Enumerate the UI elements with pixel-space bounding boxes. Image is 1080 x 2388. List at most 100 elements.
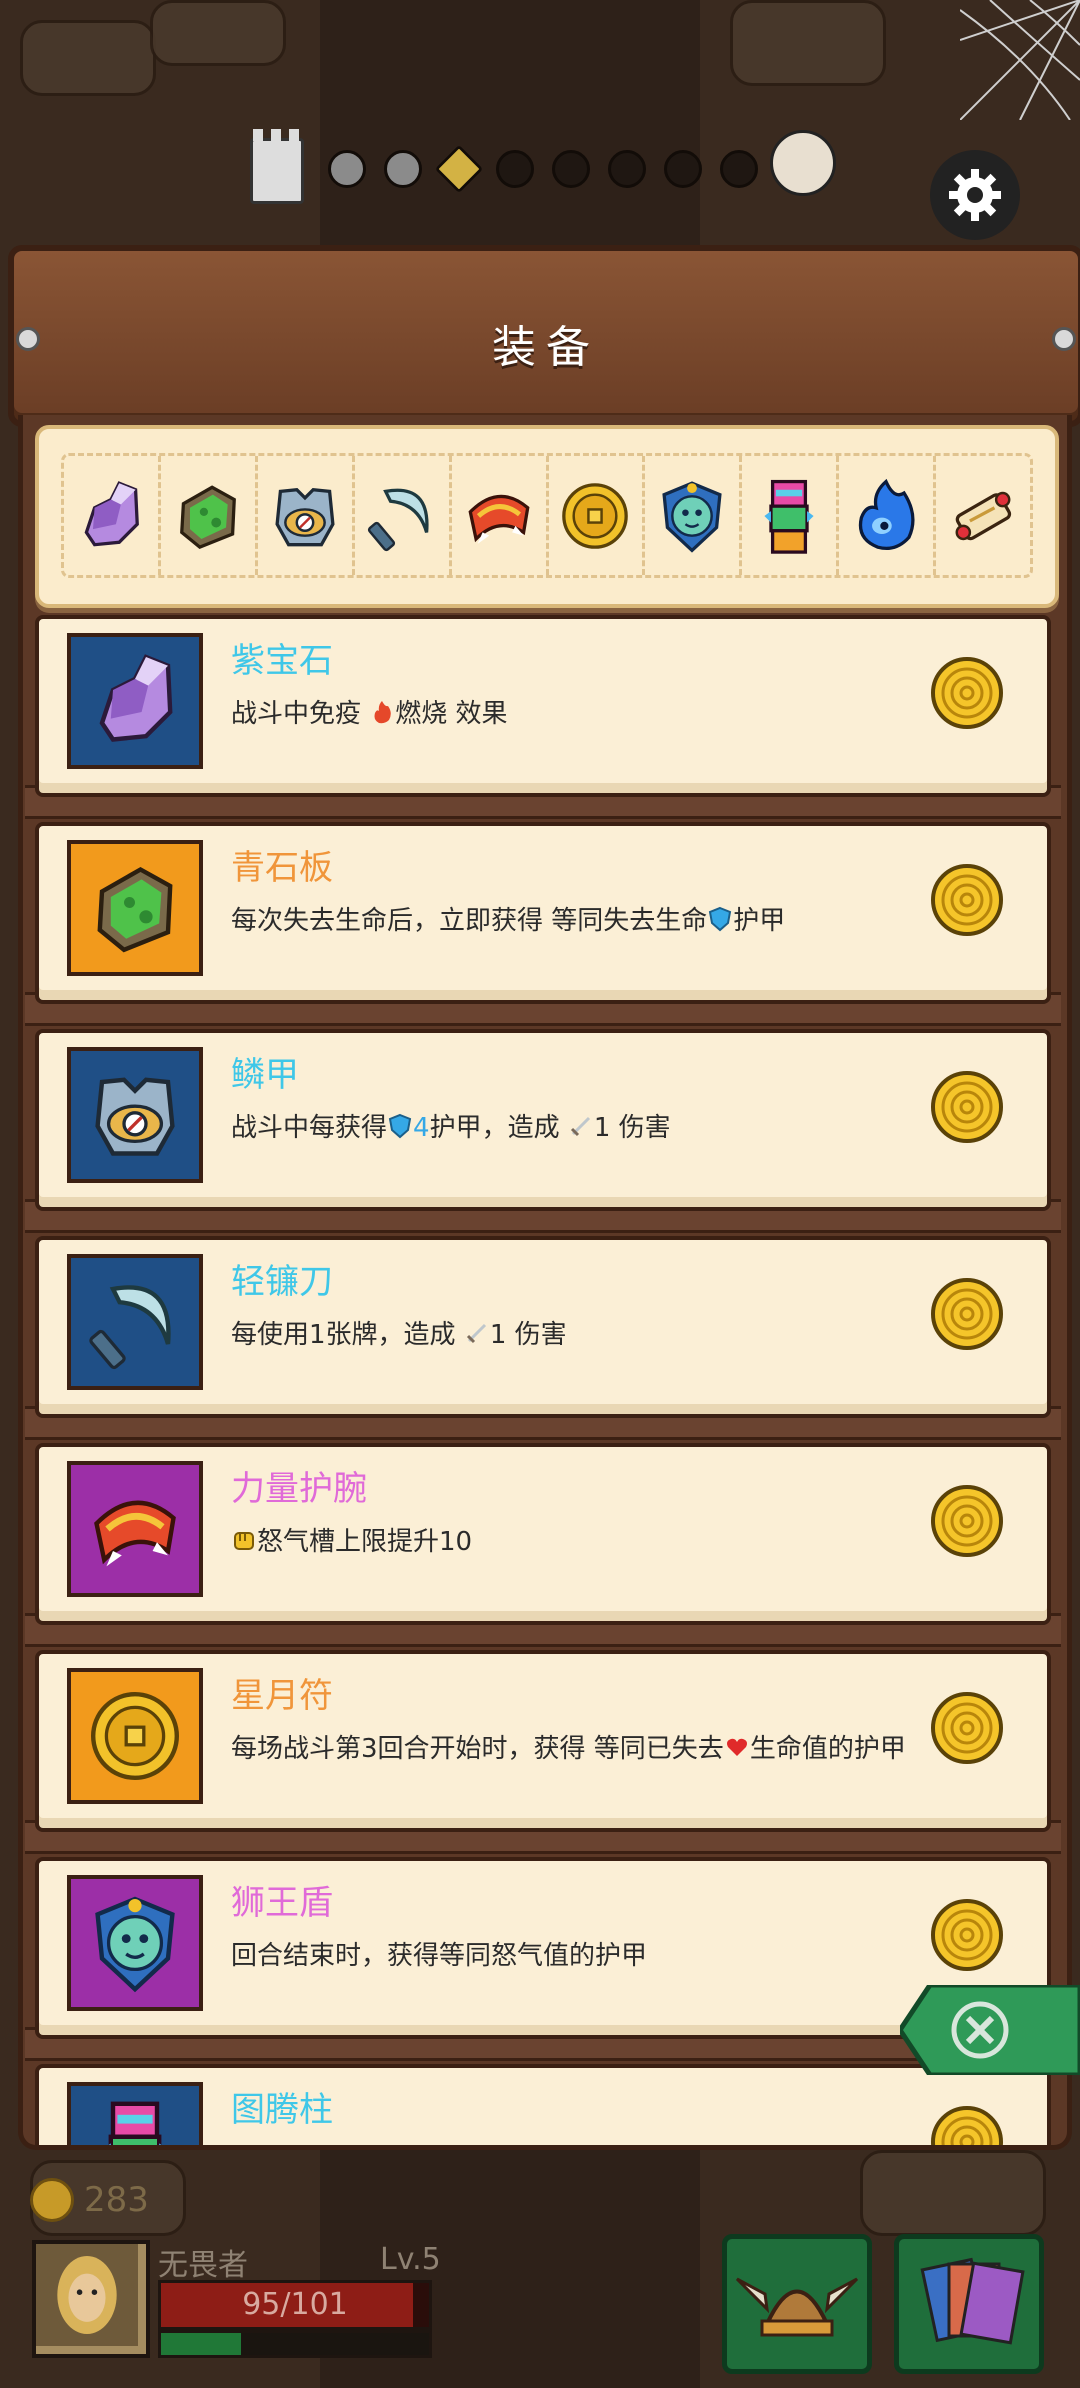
equipment-icon-strip	[35, 425, 1059, 608]
equipment-image	[67, 1254, 203, 1390]
strip-totem-icon[interactable]	[742, 456, 840, 575]
gear-icon	[949, 169, 1001, 221]
xp-bar	[158, 2330, 432, 2358]
icon-strip-grid	[61, 453, 1033, 578]
gold-counter: 283	[30, 2178, 149, 2222]
hero-helmet-button[interactable]	[722, 2234, 872, 2374]
heart-icon	[726, 1738, 747, 1756]
rage-fist-icon	[234, 1532, 254, 1550]
boss-skull-icon	[770, 130, 836, 196]
card-deck-button[interactable]	[894, 2234, 1044, 2374]
sword-icon	[570, 1116, 590, 1137]
sickle-icon	[367, 488, 429, 551]
scale-armor-icon	[275, 487, 335, 546]
stone	[150, 0, 286, 66]
progress-node	[496, 150, 534, 188]
panel-header: 装备	[8, 245, 1080, 427]
equipment-card[interactable]: 轻镰刀 每使用1张牌，造成 1 伤害	[25, 1236, 1061, 1440]
bracer-icon	[468, 494, 530, 544]
totem-icon	[764, 479, 814, 554]
equipment-card[interactable]: 青石板每次失去生命后，立即获得 等同失去生命 护甲	[25, 822, 1061, 1026]
progress-node	[552, 150, 590, 188]
coin-icon	[929, 655, 1005, 731]
equipment-image	[67, 633, 203, 769]
strip-scroll-icon[interactable]	[936, 456, 1030, 575]
winged-helmet-icon	[735, 2277, 859, 2337]
equipment-name: 青石板	[231, 848, 333, 888]
hp-bar: 95/101	[158, 2280, 432, 2330]
equipment-card[interactable]: 紫宝石 战斗中免疫 燃烧 效果	[25, 615, 1061, 819]
lion-shield-icon	[95, 1896, 175, 1993]
equipment-desc: 每次失去生命后，立即获得 等同失去生命 护甲	[231, 906, 786, 936]
stone	[730, 0, 886, 86]
progress-node	[328, 150, 366, 188]
equipment-card[interactable]: 鳞甲 战斗中每获得 4护甲，造成 1 伤害	[25, 1029, 1061, 1233]
coin-icon	[929, 1276, 1005, 1352]
hero-level: Lv.5	[380, 2242, 441, 2277]
panel-title: 装备	[492, 322, 600, 373]
equipment-card[interactable]: 图腾柱	[35, 2064, 1051, 2145]
equipment-name: 图腾柱	[231, 2090, 333, 2130]
bracer-icon	[94, 1500, 176, 1567]
equipment-desc: 战斗中每获得 4护甲，造成 1 伤害	[231, 1113, 671, 1143]
armor-shield-icon	[709, 906, 732, 932]
strip-green-slab-icon[interactable]	[161, 456, 258, 575]
equipment-card[interactable]: 狮王盾 回合结束时，获得等同怒气值的护甲	[25, 1857, 1061, 2061]
equipment-panel: 装备 紫宝石 战斗中免疫 燃烧 效果青石板每次失去生命后，立即获得 等同失去生命护…	[8, 245, 1080, 2150]
strip-scale-armor-icon[interactable]	[258, 456, 355, 575]
green-slab-icon	[179, 484, 236, 549]
equipment-name: 紫宝石	[231, 641, 333, 681]
progress-node	[384, 150, 422, 188]
equipment-card[interactable]: 力量护腕怒气槽上限提升10	[25, 1443, 1061, 1647]
panel-body: 紫宝石 战斗中免疫 燃烧 效果青石板每次失去生命后，立即获得 等同失去生命 护甲鳞甲…	[18, 415, 1072, 2150]
armor-shield-icon	[388, 1113, 412, 1139]
strip-blue-flame-icon[interactable]	[839, 456, 937, 575]
strip-amethyst-icon[interactable]	[64, 456, 161, 575]
coin-icon	[929, 1690, 1005, 1766]
scroll-icon	[955, 491, 1012, 540]
cobweb-icon	[960, 0, 1080, 120]
equipment-desc: 回合结束时，获得等同怒气值的护甲	[231, 1941, 648, 1971]
sword-icon	[466, 1323, 486, 1344]
scale-armor-icon	[95, 1077, 175, 1156]
hero-name: 无畏者	[158, 2248, 248, 2283]
amethyst-icon	[84, 480, 139, 546]
strip-bracer-icon[interactable]	[452, 456, 549, 575]
equipment-card[interactable]: 星月符 每场战斗第3回合开始时，获得 等同已失去 生命值的护甲	[25, 1650, 1061, 1854]
progress-node	[664, 150, 702, 188]
xp-fill	[161, 2333, 242, 2355]
avatar[interactable]	[32, 2240, 150, 2358]
settings-button[interactable]	[930, 150, 1020, 240]
progress-node	[608, 150, 646, 188]
progress-dots	[328, 144, 814, 194]
green-slab-icon	[97, 866, 173, 953]
equipment-name: 力量护腕	[231, 1469, 367, 1509]
equipment-image	[67, 840, 203, 976]
stone	[20, 20, 156, 96]
strip-lion-shield-icon[interactable]	[645, 456, 743, 575]
equipment-image	[67, 1047, 203, 1183]
sickle-icon	[89, 1285, 171, 1370]
blue-flame-icon	[859, 478, 915, 550]
talisman-coin-icon	[91, 1692, 179, 1780]
equipment-desc: 怒气槽上限提升10	[231, 1525, 911, 1559]
amethyst-icon	[99, 654, 173, 742]
close-icon	[951, 2001, 1009, 2059]
hp-text: 95/101	[242, 2287, 348, 2322]
strip-sickle-icon[interactable]	[355, 456, 452, 575]
progress-node	[434, 144, 484, 194]
close-button[interactable]	[896, 1982, 1080, 2078]
equipment-image	[67, 1461, 203, 1597]
totem-icon	[108, 2101, 162, 2145]
strip-talisman-coin-icon[interactable]	[549, 456, 646, 575]
gold-coin-icon	[30, 2178, 74, 2222]
equipment-image	[67, 2082, 203, 2145]
fire-icon	[374, 701, 392, 724]
talisman-coin-icon	[562, 482, 629, 549]
equipment-image	[67, 1875, 203, 2011]
gold-amount: 283	[84, 2180, 149, 2220]
coin-icon	[929, 862, 1005, 938]
coin-icon	[929, 2104, 1005, 2145]
lion-shield-icon	[662, 480, 723, 553]
coin-icon	[929, 1897, 1005, 1973]
